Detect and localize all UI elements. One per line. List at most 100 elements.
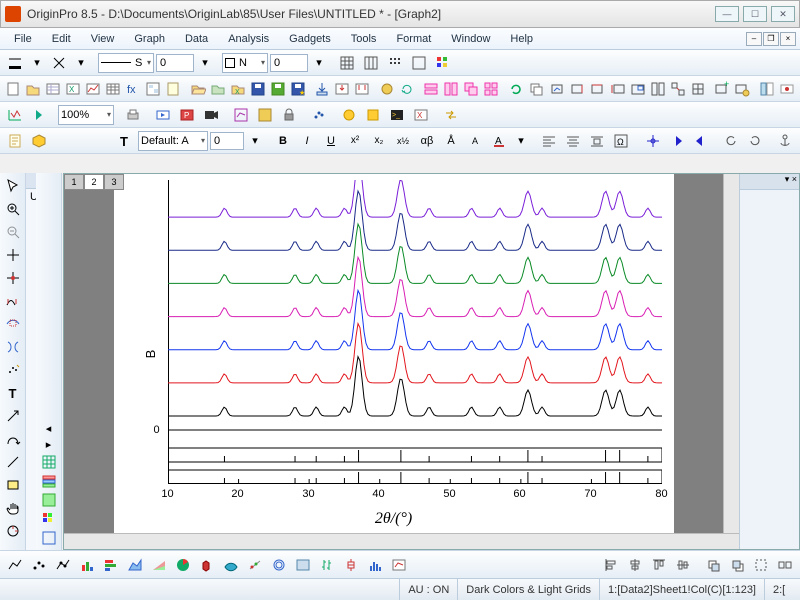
draw-data-tool[interactable] — [2, 359, 24, 381]
scatter-button[interactable] — [308, 104, 330, 126]
marker-size-spin[interactable]: ▾ — [310, 52, 328, 74]
group-obj-icon[interactable] — [750, 554, 772, 576]
font-inc-button[interactable]: Å — [440, 130, 462, 152]
bold-button[interactable]: B — [272, 130, 294, 152]
tpl-theme-icon[interactable] — [38, 491, 60, 509]
text-tool[interactable]: T — [2, 382, 24, 404]
font-dec-button[interactable]: A — [464, 130, 486, 152]
tile-4-icon[interactable] — [482, 78, 500, 100]
font-select[interactable]: Default: A▾ — [138, 131, 208, 151]
grid-toggle-icon[interactable] — [408, 52, 430, 74]
same-size-icon[interactable] — [774, 554, 796, 576]
import-wizard-button[interactable] — [313, 78, 331, 100]
align-middle-obj-icon[interactable] — [672, 554, 694, 576]
save-template-button[interactable] — [269, 78, 287, 100]
align-left-obj-icon[interactable] — [600, 554, 622, 576]
menu-data[interactable]: Data — [175, 31, 218, 47]
data-reader-tool[interactable] — [2, 267, 24, 289]
trace[interactable] — [168, 180, 662, 217]
import-multi-button[interactable] — [353, 78, 371, 100]
menu-file[interactable]: File — [4, 31, 42, 47]
pan-tool[interactable] — [2, 497, 24, 519]
new-folder-button[interactable] — [24, 78, 42, 100]
recalc-button[interactable] — [398, 78, 416, 100]
line-width-input[interactable] — [156, 54, 194, 72]
menu-analysis[interactable]: Analysis — [218, 31, 279, 47]
plot-3dscatter-icon[interactable] — [244, 554, 266, 576]
3d-button[interactable] — [28, 130, 50, 152]
layer-manage-button[interactable] — [733, 78, 751, 100]
lock-button[interactable] — [278, 104, 300, 126]
plot-contour-icon[interactable] — [268, 554, 290, 576]
menu-edit[interactable]: Edit — [42, 31, 81, 47]
mask-button[interactable] — [254, 104, 276, 126]
horizontal-scrollbar[interactable] — [64, 533, 739, 549]
text-tool-button[interactable]: T — [114, 130, 136, 152]
align-distr-icon[interactable] — [586, 130, 608, 152]
menu-tools[interactable]: Tools — [341, 31, 387, 47]
anchor-icon[interactable] — [774, 130, 796, 152]
layer-top-icon[interactable] — [589, 78, 607, 100]
rotate-cw-icon[interactable] — [744, 130, 766, 152]
save-button[interactable] — [249, 78, 267, 100]
layer-right-icon[interactable] — [569, 78, 587, 100]
layer-tab-2[interactable]: 2 — [84, 174, 104, 190]
close-button[interactable]: ✕ — [771, 6, 795, 22]
trace[interactable] — [168, 191, 662, 250]
menu-gadgets[interactable]: Gadgets — [279, 31, 341, 47]
layer-inset-icon[interactable] — [629, 78, 647, 100]
plot-3dbar-icon[interactable] — [196, 554, 218, 576]
back-obj-icon[interactable] — [726, 554, 748, 576]
zoom-out-tool[interactable] — [2, 221, 24, 243]
menu-view[interactable]: View — [81, 31, 125, 47]
new-matrix-button[interactable] — [104, 78, 122, 100]
front-obj-icon[interactable] — [702, 554, 724, 576]
align-center-obj-icon[interactable] — [624, 554, 646, 576]
new-notes-button[interactable] — [164, 78, 182, 100]
plot-pie-icon[interactable] — [172, 554, 194, 576]
zoom-select[interactable]: 100%▾ — [58, 105, 114, 125]
plot-column-icon[interactable] — [76, 554, 98, 576]
plot-area-icon[interactable] — [124, 554, 146, 576]
trace[interactable] — [168, 290, 662, 349]
splitter-right[interactable]: ▸ — [38, 437, 60, 452]
open-button[interactable] — [189, 78, 207, 100]
new-layout-button[interactable] — [144, 78, 162, 100]
superscript-button[interactable]: x² — [344, 130, 366, 152]
grid-dots-icon[interactable] — [384, 52, 406, 74]
mdi-minimize-button[interactable]: – — [746, 32, 762, 46]
import-single-button[interactable] — [333, 78, 351, 100]
rotate-ccw-icon[interactable] — [720, 130, 742, 152]
layer-new-icon[interactable] — [549, 78, 567, 100]
plot-stackarea-icon[interactable] — [148, 554, 170, 576]
run-button[interactable] — [28, 104, 50, 126]
rotate-tool[interactable] — [2, 520, 24, 542]
plot-linescatter-icon[interactable] — [52, 554, 74, 576]
trace[interactable] — [168, 357, 662, 416]
print-button[interactable] — [122, 104, 144, 126]
font-color-button[interactable]: A — [488, 130, 510, 152]
plot-line-icon[interactable] — [4, 554, 26, 576]
transfer-button[interactable] — [440, 104, 462, 126]
custom1-button[interactable] — [338, 104, 360, 126]
plot-bar-icon[interactable] — [100, 554, 122, 576]
batch-button[interactable] — [378, 78, 396, 100]
plot-template-icon[interactable] — [388, 554, 410, 576]
zoom-in-tool[interactable] — [2, 198, 24, 220]
right-dock-close[interactable]: ▾ × — [740, 174, 799, 190]
screen-reader-tool[interactable] — [2, 244, 24, 266]
align-center-icon[interactable] — [562, 130, 584, 152]
tpl-grid-icon[interactable] — [38, 453, 60, 471]
mdi-restore-button[interactable]: ❐ — [763, 32, 779, 46]
trace[interactable] — [168, 324, 662, 383]
new-excel-button[interactable]: X — [64, 78, 82, 100]
marker-shape-select[interactable]: N▾ — [222, 53, 268, 73]
video-button[interactable] — [200, 104, 222, 126]
extract-layers-icon[interactable] — [669, 78, 687, 100]
data-selector-tool[interactable] — [2, 290, 24, 312]
tile-h-icon[interactable] — [422, 78, 440, 100]
symbol-map-button[interactable]: Ω — [610, 130, 632, 152]
digitize-button[interactable] — [230, 104, 252, 126]
curved-arrow-tool[interactable] — [2, 428, 24, 450]
command-window-button[interactable]: >_ — [386, 104, 408, 126]
